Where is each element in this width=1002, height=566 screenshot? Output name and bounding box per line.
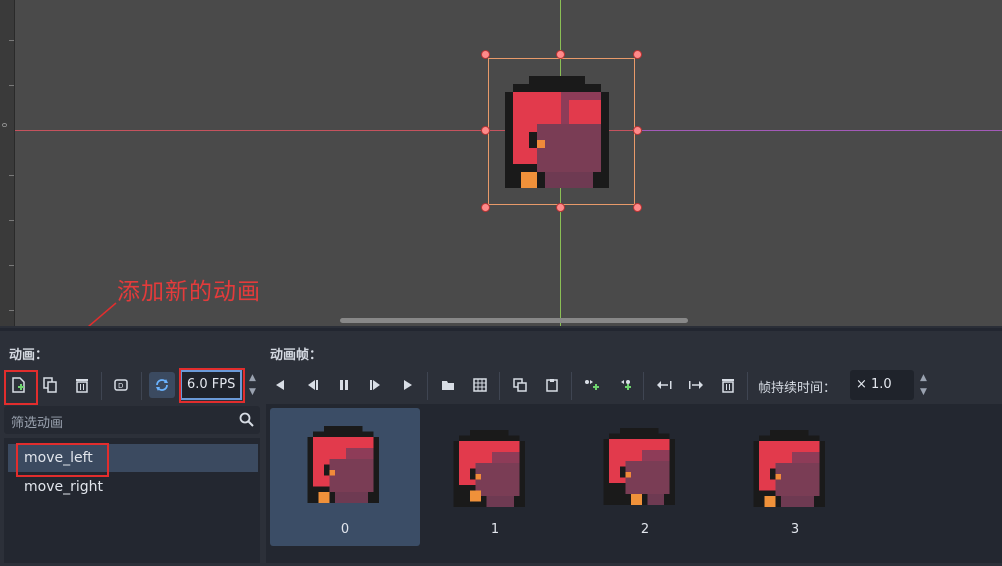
paste-frame-button[interactable] xyxy=(539,372,565,398)
selection-rect[interactable] xyxy=(488,58,635,205)
loop-icon xyxy=(156,379,168,391)
horizontal-scrollbar[interactable] xyxy=(340,318,688,323)
delete-frame-button[interactable] xyxy=(715,372,741,398)
highlight-fps xyxy=(179,368,245,403)
delete-animation-button[interactable] xyxy=(69,372,95,398)
move-right-icon xyxy=(689,381,703,389)
frame-duration-input[interactable]: × 1.0 xyxy=(850,370,914,400)
toolbar-separator xyxy=(643,372,644,400)
play-backwards-from-end-button[interactable] xyxy=(299,372,325,398)
resize-handle-r[interactable] xyxy=(633,126,642,135)
play-backwards-icon xyxy=(276,380,284,390)
resize-handle-b[interactable] xyxy=(556,203,565,212)
pause-button[interactable] xyxy=(331,372,357,398)
toolbar-separator xyxy=(427,372,428,400)
frame-duration-label: 帧持续时间： xyxy=(758,381,837,396)
frame-item[interactable]: 1 xyxy=(420,408,570,546)
highlight-add-animation xyxy=(4,370,38,405)
animation-item-move-right[interactable]: move_right xyxy=(8,473,258,501)
ruler-zero-label: 0 xyxy=(1,122,10,128)
play-from-start-icon xyxy=(370,380,380,390)
insert-before-icon xyxy=(585,380,599,390)
fps-spin-down-icon[interactable]: ▼ xyxy=(249,387,256,397)
frame-thumbnail xyxy=(307,426,379,503)
copy-frame-button[interactable] xyxy=(507,372,533,398)
play-icon xyxy=(404,380,412,390)
frame-item[interactable]: 2 xyxy=(570,408,720,546)
frame-index: 1 xyxy=(490,522,500,537)
resize-handle-tl[interactable] xyxy=(481,50,490,59)
vertical-ruler: 0 xyxy=(0,0,15,326)
canvas-viewport[interactable]: 0 添加新的动画 xyxy=(0,0,1002,326)
duplicate-icon xyxy=(43,377,57,393)
autoplay-icon: D xyxy=(114,379,128,391)
copy-icon xyxy=(513,378,527,392)
duplicate-animation-button[interactable] xyxy=(37,372,63,398)
resize-handle-t[interactable] xyxy=(556,50,565,59)
toolbar-separator xyxy=(499,372,500,400)
insert-frame-after-button[interactable] xyxy=(611,372,637,398)
move-frame-right-button[interactable] xyxy=(683,372,709,398)
resize-handle-br[interactable] xyxy=(633,203,642,212)
frame-index: 3 xyxy=(790,522,800,537)
resize-handle-l[interactable] xyxy=(481,126,490,135)
paste-icon xyxy=(546,379,558,392)
frame-thumbnail xyxy=(603,428,675,505)
insert-after-icon xyxy=(621,380,631,390)
toolbar-separator xyxy=(101,372,102,400)
toolbar-separator xyxy=(571,372,572,400)
play-button[interactable] xyxy=(395,372,421,398)
annotation-text: 添加新的动画 xyxy=(117,279,261,305)
load-from-file-button[interactable] xyxy=(435,372,461,398)
load-from-sheet-button[interactable] xyxy=(467,372,493,398)
toolbar-separator xyxy=(747,372,748,400)
duration-spin-up-icon[interactable]: ▲ xyxy=(920,373,927,383)
filter-placeholder: 筛选动画 xyxy=(11,416,64,431)
folder-icon xyxy=(442,381,454,390)
play-from-start-button[interactable] xyxy=(363,372,389,398)
pause-icon xyxy=(340,380,348,390)
frame-index: 2 xyxy=(640,522,650,537)
resize-handle-tr[interactable] xyxy=(633,50,642,59)
animations-label: 动画： xyxy=(9,348,49,363)
fps-spin-up-icon[interactable]: ▲ xyxy=(249,373,256,383)
autoplay-on-load-button[interactable]: D xyxy=(109,372,135,398)
frame-index: 0 xyxy=(340,522,350,537)
trash-icon xyxy=(722,379,734,393)
frame-thumbnail xyxy=(753,430,825,507)
insert-frame-before-button[interactable] xyxy=(579,372,605,398)
grid-icon xyxy=(473,378,487,392)
play-backwards-from-end-icon xyxy=(308,380,318,390)
frame-thumbnail xyxy=(453,430,525,507)
toolbar-separator xyxy=(141,372,142,400)
search-icon xyxy=(239,412,254,427)
frame-item[interactable]: 0 xyxy=(270,408,420,546)
trash-icon xyxy=(76,379,88,393)
frames-grid: 0 1 2 3 xyxy=(266,404,1002,563)
frame-item[interactable]: 3 xyxy=(720,408,870,546)
resize-handle-bl[interactable] xyxy=(481,203,490,212)
move-left-icon xyxy=(657,381,672,389)
play-backwards-button[interactable] xyxy=(267,372,293,398)
loop-toggle-button[interactable] xyxy=(149,372,175,398)
frames-label: 动画帧： xyxy=(270,348,323,363)
move-frame-left-button[interactable] xyxy=(651,372,677,398)
duration-spin-down-icon[interactable]: ▼ xyxy=(920,387,927,397)
animation-filter-input[interactable]: 筛选动画 xyxy=(4,406,260,434)
annotation-arrow xyxy=(87,302,117,326)
x-axis-line-secondary xyxy=(637,130,1002,131)
highlight-move-left xyxy=(16,443,109,477)
svg-text:D: D xyxy=(118,382,123,390)
